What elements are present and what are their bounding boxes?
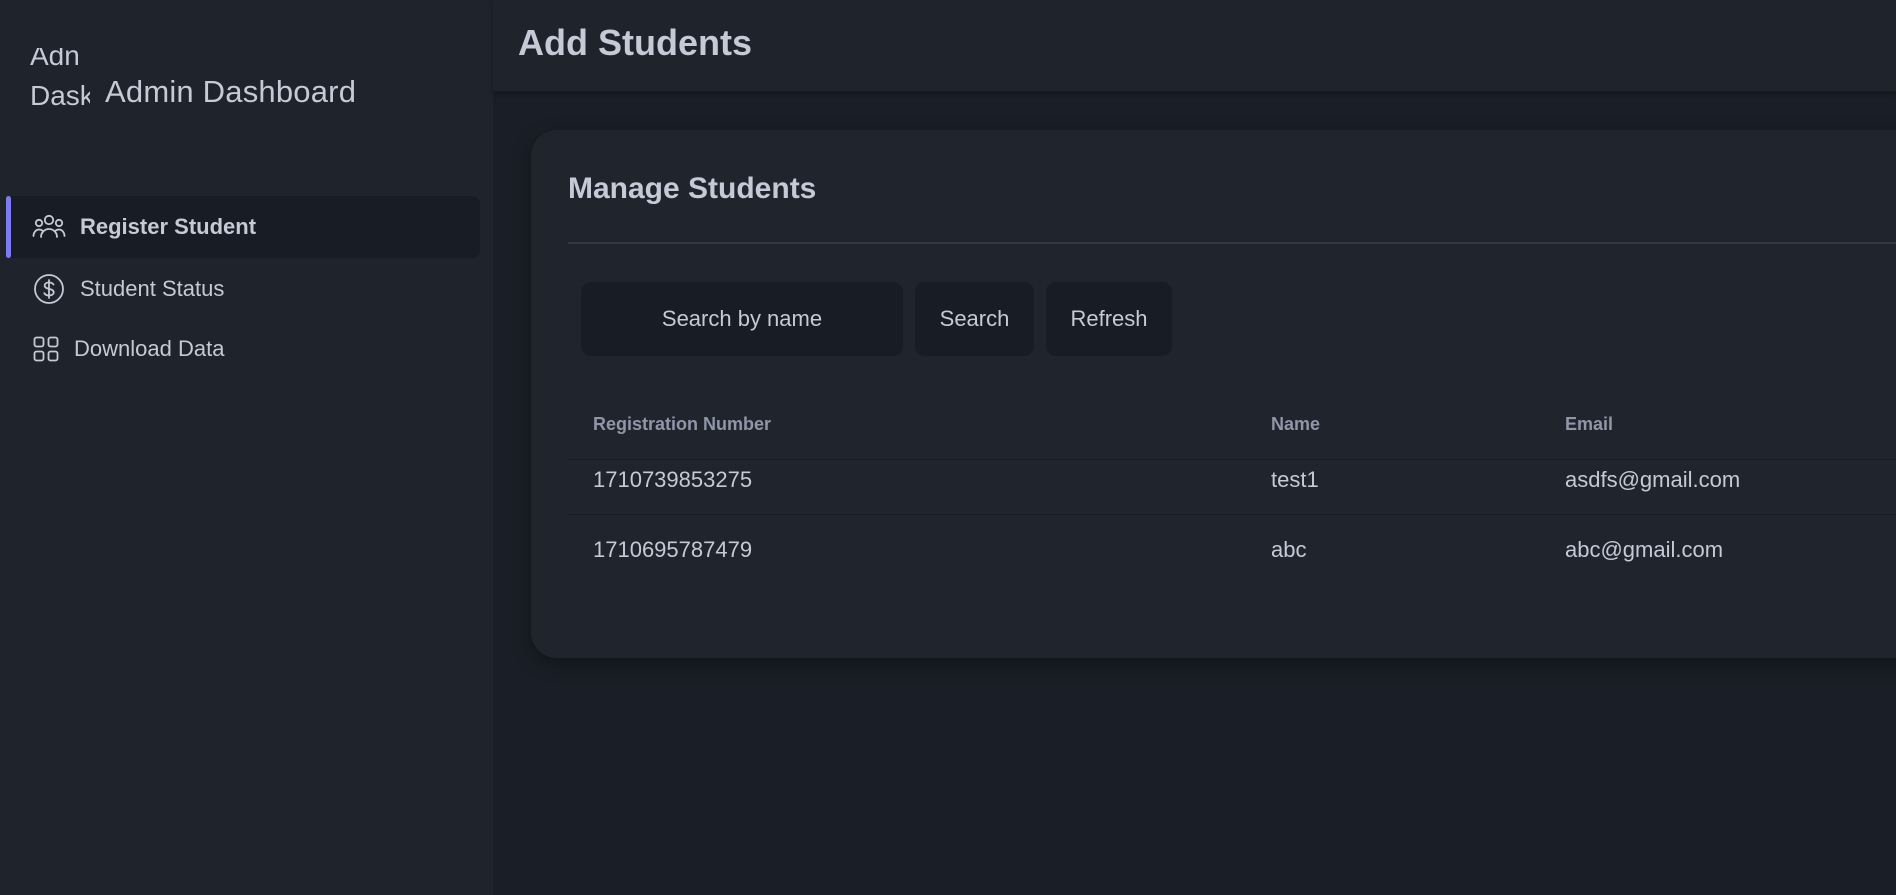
search-button[interactable]: Search [915, 282, 1034, 356]
grid-icon [32, 335, 60, 363]
cell-name: abc [1271, 537, 1307, 562]
manage-students-card: Manage Students Search Refresh Registrat… [531, 130, 1896, 658]
column-header-name: Name [1271, 414, 1321, 434]
logo-image: Adn Dask [30, 48, 90, 128]
logo-alt-line-1: Adn [30, 48, 80, 71]
table-row: 1710695787479 abc abc@gmail.com [568, 515, 1896, 585]
cell-registration-number: 1710695787479 [593, 537, 753, 562]
table-row: 1710739853275 test1 asdfs@gmail.com [568, 445, 1896, 515]
top-header: Add Students [493, 0, 1896, 92]
users-icon [32, 210, 66, 244]
search-toolbar: Search Refresh [581, 282, 1172, 356]
sidebar-item-label: Student Status [80, 276, 225, 301]
sidebar-item-label: Download Data [74, 336, 225, 361]
sidebar-nav: Register Student Student Status Download… [0, 196, 493, 378]
column-header-email: Email [1565, 414, 1614, 434]
refresh-button[interactable]: Refresh [1046, 282, 1172, 356]
cell-email: abc@gmail.com [1565, 537, 1724, 562]
sidebar-item-student-status[interactable]: Student Status [6, 258, 480, 320]
sidebar: Adn Dask Admin Dashboard Register Studen… [0, 0, 493, 895]
search-input[interactable] [581, 282, 903, 356]
logo-alt-line-2: Dask [30, 80, 90, 111]
divider [568, 242, 1896, 244]
sidebar-item-register-student[interactable]: Register Student [6, 196, 480, 258]
sidebar-item-download-data[interactable]: Download Data [6, 320, 480, 378]
brand-title: Admin Dashboard [105, 74, 357, 109]
cell-name: test1 [1271, 467, 1319, 492]
page-title: Add Students [518, 22, 752, 63]
card-title: Manage Students [568, 172, 817, 205]
column-header-registration-number: Registration Number [593, 414, 772, 434]
cell-email: asdfs@gmail.com [1565, 467, 1741, 492]
sidebar-item-label: Register Student [80, 214, 257, 239]
dollar-circle-icon [32, 272, 66, 306]
cell-registration-number: 1710739853275 [593, 467, 753, 492]
